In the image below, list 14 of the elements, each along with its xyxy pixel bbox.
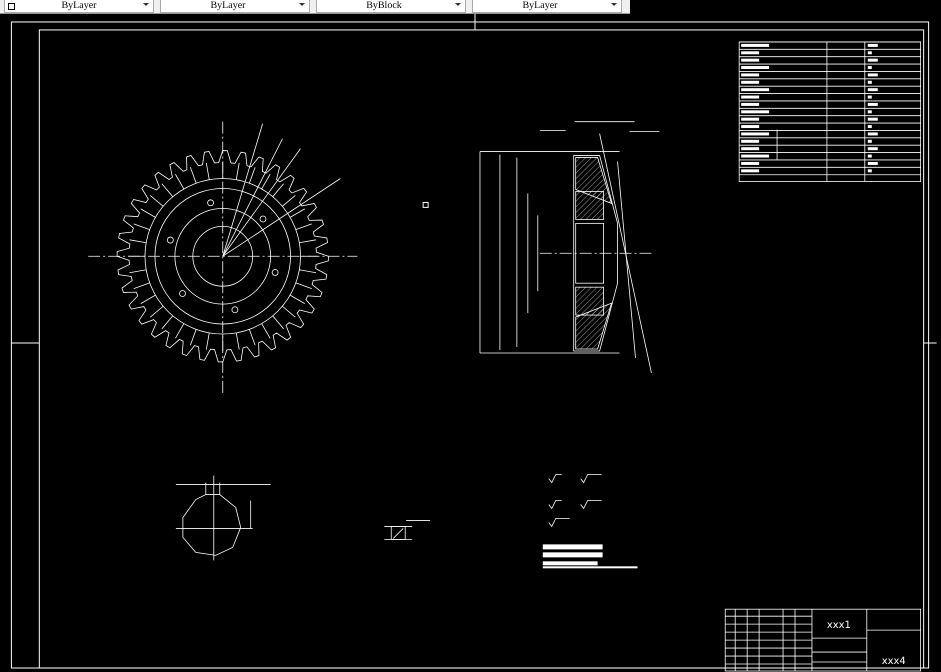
caret-icon	[611, 3, 617, 6]
layer-dropdown[interactable]: ByLayer	[4, 0, 154, 13]
layer-dropdown[interactable]: ByLayer	[160, 0, 310, 13]
drawing-name-text: xxx1	[826, 620, 851, 632]
layer-dropdown[interactable]: ByLayer	[472, 0, 622, 13]
layer-dropdown[interactable]: ByBlock	[316, 0, 466, 13]
surface-finish-notes-drawing	[548, 474, 602, 528]
caret-icon	[143, 3, 149, 6]
chamfer-detail-drawing	[384, 520, 431, 540]
caret-icon	[455, 3, 461, 6]
caret-icon	[299, 3, 305, 6]
drawing-code-text: xxx4	[882, 656, 906, 668]
color-swatch-icon	[8, 2, 15, 10]
cursor-pickbox-icon	[422, 202, 429, 208]
